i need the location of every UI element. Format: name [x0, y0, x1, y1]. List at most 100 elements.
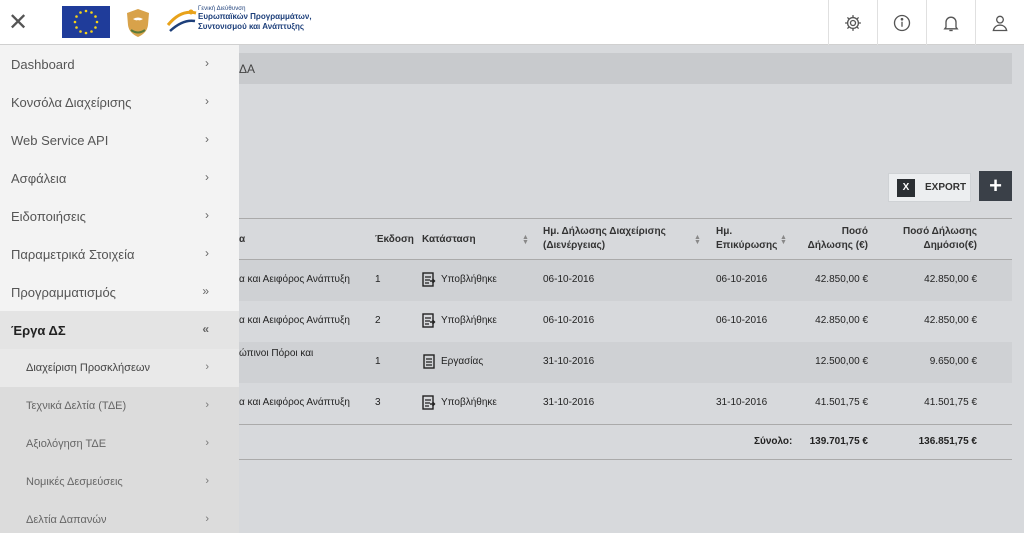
sort-icon[interactable]: ▲ ▼: [780, 234, 787, 246]
settings-button[interactable]: [828, 0, 877, 45]
cell-amount: 41.501,75 €: [815, 397, 868, 408]
sidebar-item-management-console[interactable]: Κονσόλα Διαχείρισης ›: [0, 83, 239, 121]
cell-public-amount: 41.501,75 €: [924, 397, 977, 408]
cell-amount: 42.850,00 €: [815, 274, 868, 285]
sidebar-item-notifications[interactable]: Ειδοποιήσεις ›: [0, 197, 239, 235]
info-icon: [893, 14, 911, 31]
chevron-right-icon: ›: [205, 399, 209, 411]
bell-icon: [943, 16, 959, 31]
header-line: (Διενέργειας): [543, 240, 606, 251]
eu-flag-logo: [62, 6, 110, 38]
cell-declaration-date: 31-10-2016: [543, 397, 595, 408]
double-chevron-down-icon: »: [202, 284, 209, 298]
chevron-right-icon: ›: [205, 208, 209, 222]
cell-public-amount: 9.650,00 €: [929, 356, 977, 367]
directorate-logo-mark: [165, 5, 199, 39]
chevron-right-icon: ›: [205, 475, 209, 487]
sidebar-subitem-label: Νομικές Δεσμεύσεις: [26, 476, 123, 488]
cell-title: α και Αειφόρος Ανάπτυξη: [239, 274, 350, 285]
header-line: Δημόσιο(€): [923, 240, 977, 251]
sidebar-item-label: Ασφάλεια: [11, 170, 67, 186]
sidebar-subitem-technical-sheets[interactable]: Τεχνικά Δελτία (ΤΔΕ) ›: [0, 387, 239, 425]
sidebar-item-label: Dashboard: [11, 56, 75, 72]
sidebar-item-web-service-api[interactable]: Web Service API ›: [0, 121, 239, 159]
chevron-right-icon: ›: [205, 56, 209, 70]
total-amount: 139.701,75 €: [809, 436, 868, 447]
cell-amount: 12.500,00 €: [815, 356, 868, 367]
sidebar-subitem-calls-management[interactable]: Διαχείριση Προσκλήσεων ›: [0, 349, 239, 387]
sidebar-item-label: Κονσόλα Διαχείρισης: [11, 94, 132, 110]
sidebar-item-projects[interactable]: Έργα ΔΣ «: [0, 311, 239, 349]
col-confirm-date-header[interactable]: Ημ. Επικύρωσης: [716, 225, 777, 253]
cell-confirm-date: 31-10-2016: [716, 397, 768, 408]
cell-title: α και Αειφόρος Ανάπτυξη: [239, 397, 350, 408]
cell-public-amount: 42.850,00 €: [924, 315, 977, 326]
gear-icon: [845, 14, 861, 31]
chevron-right-icon: ›: [205, 437, 209, 449]
chevron-right-icon: ›: [205, 132, 209, 146]
chevron-right-icon: ›: [205, 94, 209, 108]
col-declaration-date-header[interactable]: Ημ. Δήλωσης Διαχείρισης (Διενέργειας): [543, 225, 666, 253]
cell-declaration-date: 06-10-2016: [543, 315, 595, 326]
col-title-header[interactable]: α: [239, 233, 245, 247]
submitted-doc-icon: [422, 395, 436, 410]
cell-confirm-date: 06-10-2016: [716, 315, 768, 326]
breadcrumb: ΔΑ: [239, 62, 256, 76]
status-label: Υποβλήθηκε: [441, 397, 497, 409]
submitted-doc-icon: [422, 272, 436, 287]
sidebar-subitem-expense-sheets[interactable]: Δελτία Δαπανών ›: [0, 501, 239, 533]
col-public-amount-header[interactable]: Ποσό Δήλωσης Δημόσιο(€): [880, 225, 977, 253]
export-button[interactable]: X EXPORT: [888, 173, 971, 202]
header-line: Ποσό: [841, 226, 868, 237]
notifications-button[interactable]: [926, 0, 975, 45]
sort-icon[interactable]: ▲ ▼: [694, 234, 701, 246]
sidebar-item-label: Παραμετρικά Στοιχεία: [11, 246, 135, 262]
sidebar-subitem-legal-commitments[interactable]: Νομικές Δεσμεύσεις ›: [0, 463, 239, 501]
excel-icon: X: [897, 178, 915, 197]
logo-line-2: Ευρωπαϊκών Προγραμμάτων,: [198, 12, 312, 21]
cell-declaration-date: 31-10-2016: [543, 356, 595, 367]
status-label: Εργασίας: [441, 356, 484, 368]
info-button[interactable]: [877, 0, 926, 45]
close-menu-button[interactable]: ✕: [0, 0, 36, 45]
sidebar-item-label: Προγραμματισμός: [11, 284, 116, 300]
directorate-logo-text: Γενική Διεύθυνση Ευρωπαϊκών Προγραμμάτων…: [198, 6, 328, 32]
col-amount-header[interactable]: Ποσό Δήλωσης (€): [790, 225, 868, 253]
total-public-amount: 136.851,75 €: [918, 436, 977, 447]
add-button[interactable]: +: [979, 171, 1012, 201]
col-version-header[interactable]: Έκδοση: [375, 233, 414, 247]
chevron-right-icon: ›: [205, 246, 209, 260]
sidebar-subitem-label: Δελτία Δαπανών: [26, 514, 107, 526]
cell-confirm-date: 06-10-2016: [716, 274, 768, 285]
header-line: Ποσό Δήλωσης: [902, 226, 977, 237]
cell-version: 2: [375, 315, 381, 326]
close-icon: ✕: [7, 9, 29, 36]
chevron-right-icon: ›: [205, 361, 209, 373]
cell-declaration-date: 06-10-2016: [543, 274, 595, 285]
sort-icon[interactable]: ▲ ▼: [522, 234, 529, 246]
cell-status: Εργασίας: [422, 354, 483, 369]
total-label: Σύνολο:: [754, 436, 793, 447]
top-header: ✕ Γενική Διεύθυνση Ευρωπαϊκών Προγραμμάτ…: [0, 0, 1024, 45]
cell-title: ώπινοι Πόροι και: [239, 348, 314, 359]
sidebar-item-parameters[interactable]: Παραμετρικά Στοιχεία ›: [0, 235, 239, 273]
status-label: Υποβλήθηκε: [441, 274, 497, 286]
cell-status: Υποβλήθηκε: [422, 313, 497, 328]
export-label: EXPORT: [925, 182, 967, 193]
sidebar-item-security[interactable]: Ασφάλεια ›: [0, 159, 239, 197]
header-actions: [828, 0, 1024, 45]
sidebar-item-dashboard[interactable]: Dashboard ›: [0, 45, 239, 83]
sidebar-item-programming[interactable]: Προγραμματισμός »: [0, 273, 239, 311]
cell-status: Υποβλήθηκε: [422, 272, 497, 287]
cell-title: α και Αειφόρος Ανάπτυξη: [239, 315, 350, 326]
col-status-header[interactable]: Κατάσταση: [422, 233, 476, 247]
sidebar-item-label: Web Service API: [11, 132, 109, 148]
sidebar-subitem-evaluation[interactable]: Αξιολόγηση ΤΔΕ ›: [0, 425, 239, 463]
header-line: Δήλωσης (€): [807, 240, 868, 251]
cell-version: 1: [375, 274, 381, 285]
header-line: Ημ.: [716, 226, 733, 237]
cell-public-amount: 42.850,00 €: [924, 274, 977, 285]
user-button[interactable]: [975, 0, 1024, 45]
user-icon: [992, 15, 1008, 31]
sidebar-subitem-label: Διαχείριση Προσκλήσεων: [26, 362, 150, 374]
